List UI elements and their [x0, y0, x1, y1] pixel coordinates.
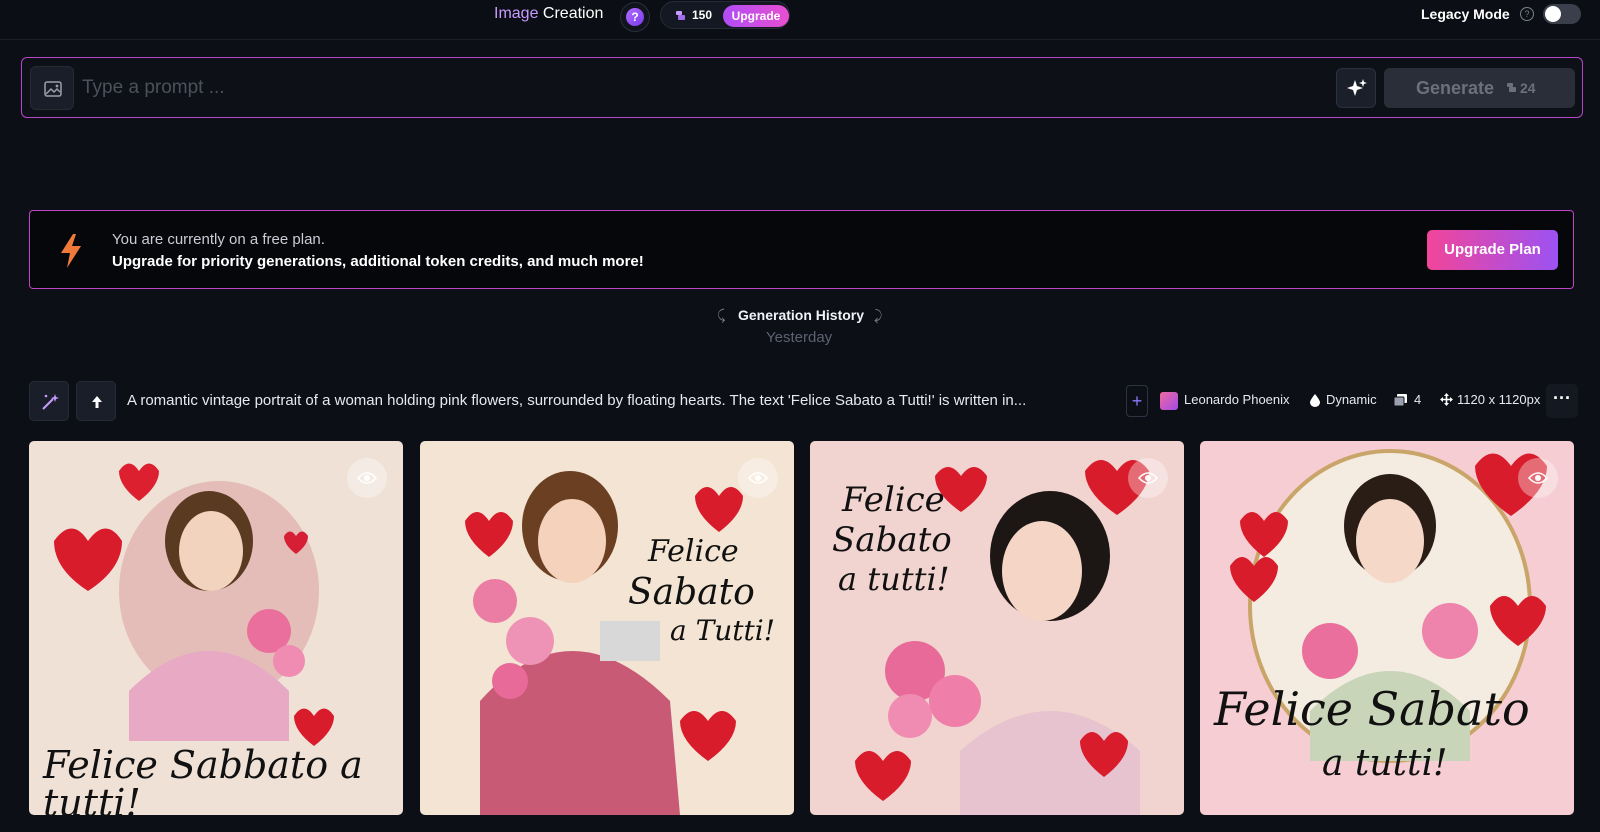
image-count: 4: [1414, 392, 1422, 407]
reuse-prompt-button[interactable]: [76, 381, 116, 421]
history-date: Yesterday: [766, 329, 833, 346]
legacy-mode-label: Legacy Mode: [1421, 6, 1510, 22]
legacy-help-icon[interactable]: ?: [1520, 7, 1534, 21]
help-icon: ?: [626, 8, 644, 26]
image-dimensions: 1120 x 1120px: [1457, 392, 1541, 407]
page-title: Image Creation: [494, 5, 603, 23]
history-prev-icon[interactable]: ⤹: [717, 307, 725, 324]
lightning-icon: [61, 234, 81, 268]
image-caption-line3: a tutti!: [838, 560, 950, 598]
token-icon: [1507, 83, 1516, 92]
add-icon[interactable]: +: [1126, 385, 1148, 417]
generated-image-2[interactable]: Felice Sabato a Tutti!: [420, 441, 794, 815]
generate-button[interactable]: Generate 24: [1384, 68, 1575, 108]
upgrade-button[interactable]: Upgrade: [723, 5, 789, 27]
image-caption-line1: Felice: [648, 534, 739, 569]
view-button[interactable]: [1518, 458, 1558, 498]
magic-sparkle-icon: [1347, 79, 1367, 96]
image-upload-icon: [44, 81, 62, 97]
model-name: Leonardo Phoenix: [1184, 392, 1290, 407]
images-icon: [1394, 394, 1407, 407]
generation-row: A romantic vintage portrait of a woman h…: [29, 381, 1578, 421]
generated-image-4[interactable]: Felice Sabato a tutti!: [1200, 441, 1574, 815]
toggle-knob: [1545, 6, 1561, 22]
generate-label: Generate: [1416, 78, 1495, 98]
help-button[interactable]: ?: [620, 2, 650, 32]
prompt-bar: Generate 24: [21, 57, 1583, 118]
model-thumbnail: [1160, 392, 1178, 410]
style-name: Dynamic: [1326, 392, 1377, 407]
generation-prompt-text: A romantic vintage portrait of a woman h…: [127, 392, 1027, 409]
eye-icon: [357, 472, 377, 484]
eye-icon: [748, 472, 768, 484]
token-count: 150: [692, 8, 713, 22]
prompt-enhance-button[interactable]: [1336, 68, 1376, 108]
remix-button[interactable]: [29, 381, 69, 421]
upgrade-plan-button[interactable]: Upgrade Plan: [1427, 230, 1558, 270]
legacy-mode-toggle[interactable]: [1543, 4, 1581, 24]
upload-arrow-icon: [92, 396, 102, 408]
page-title-part2: Creation: [542, 5, 604, 22]
token-icon: [676, 11, 685, 20]
resize-icon: [1440, 393, 1453, 406]
page-title-part1: Image: [494, 5, 539, 22]
generate-cost: 24: [1520, 80, 1536, 96]
banner-line-1: You are currently on a free plan.: [112, 231, 325, 248]
view-button[interactable]: [1128, 458, 1168, 498]
generation-history-title: Generation History: [738, 307, 865, 323]
droplet-icon: [1310, 394, 1320, 407]
history-next-icon[interactable]: ⤸: [874, 307, 882, 324]
token-balance: 150 Upgrade: [660, 1, 790, 29]
free-plan-banner: You are currently on a free plan. Upgrad…: [29, 210, 1574, 289]
image-caption-line2: Sabato: [832, 520, 952, 560]
generated-image-1[interactable]: Felice Sabbato a tutti!: [29, 441, 403, 815]
view-button[interactable]: [347, 458, 387, 498]
image-caption-line3: a Tutti!: [670, 614, 776, 647]
generated-image-3[interactable]: Felice Sabato a tutti!: [810, 441, 1184, 815]
image-caption-line2: a tutti!: [1322, 743, 1448, 784]
image-caption-line1: Felice Sabato: [1214, 682, 1530, 736]
image-upload-button[interactable]: [30, 66, 74, 110]
magic-wand-icon: [42, 394, 59, 410]
more-icon[interactable]: ···: [1546, 384, 1578, 418]
image-caption-line1: Felice: [842, 480, 945, 520]
eye-icon: [1528, 472, 1548, 484]
banner-line-2: Upgrade for priority generations, additi…: [112, 253, 644, 270]
top-bar: Image Creation ? 150 Upgrade Legacy Mode…: [0, 0, 1600, 40]
image-caption-line2: Sabato: [628, 572, 755, 613]
image-caption: Felice Sabbato a tutti!: [43, 743, 363, 815]
eye-icon: [1138, 472, 1158, 484]
prompt-input[interactable]: [82, 72, 1282, 104]
view-button[interactable]: [738, 458, 778, 498]
